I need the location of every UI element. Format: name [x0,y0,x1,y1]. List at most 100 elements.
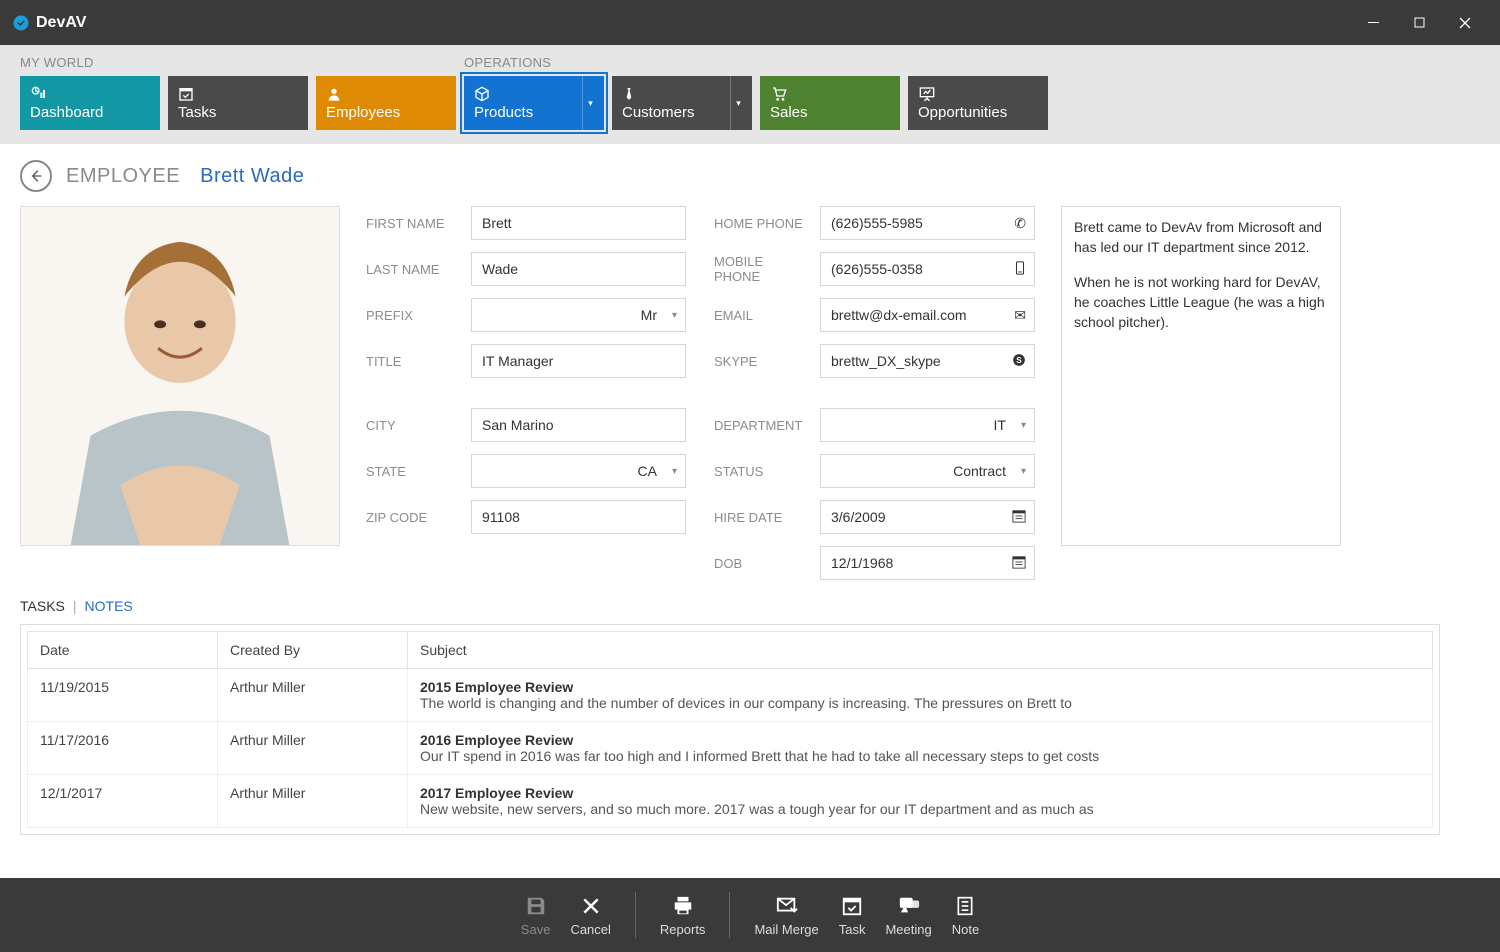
state-select[interactable]: CA▾ [471,454,686,488]
table-row[interactable]: 11/19/2015Arthur Miller2015 Employee Rev… [28,669,1433,722]
label-hire-date: HIRE DATE [714,510,810,525]
calendar-icon [1012,555,1026,572]
home-phone-input[interactable]: (626)555-5985✆ [820,206,1035,240]
tile-label: Tasks [178,104,298,121]
cart-icon [770,86,890,104]
tie-icon [622,86,726,104]
skype-icon: S [1012,353,1026,370]
label-city: CITY [366,418,461,433]
ribbon-group-label: MY WORLD [20,55,456,70]
cancel-button[interactable]: Cancel [560,894,620,937]
tile-employees[interactable]: Employees [316,76,456,130]
label-home-phone: HOME PHONE [714,216,810,231]
chevron-down-icon[interactable]: ▾ [730,76,746,130]
tab-notes[interactable]: NOTES [85,598,133,614]
mobile-phone-input[interactable]: (626)555-0358 [820,252,1035,286]
label-first-name: FIRST NAME [366,216,461,231]
mailmerge-button[interactable]: Mail Merge [744,894,828,937]
page-header: EMPLOYEE Brett Wade [20,160,1440,192]
close-button[interactable] [1442,0,1488,45]
ribbon-group: OPERATIONSProducts▾Customers▾SalesOpport… [464,55,1048,130]
mobile-icon [1014,261,1026,278]
maximize-button[interactable] [1396,0,1442,45]
table-row[interactable]: 11/17/2016Arthur Miller2016 Employee Rev… [28,722,1433,775]
ribbon: MY WORLD Dashboard Tasks Employees OPERATION… [0,45,1500,144]
form-col-left: FIRST NAME Brett LAST NAME Wade PREFIX M… [366,206,686,580]
back-button[interactable] [20,160,52,192]
tile-dashboard[interactable]: Dashboard [20,76,160,130]
skype-input[interactable]: brettw_DX_skypeS [820,344,1035,378]
tile-label: Sales [770,104,890,121]
col-date[interactable]: Date [28,632,218,669]
phone-icon: ✆ [1014,215,1026,232]
note-button[interactable]: Note [942,894,989,937]
label-last-name: LAST NAME [366,262,461,277]
logo-icon [12,14,30,32]
tile-label: Customers [622,104,726,121]
tile-opportunities[interactable]: Opportunities [908,76,1048,130]
bio-p2: When he is not working hard for DevAV, h… [1074,272,1328,333]
chevron-down-icon: ▾ [1021,466,1026,477]
department-select[interactable]: IT▾ [820,408,1035,442]
chevron-down-icon: ▾ [1021,420,1026,431]
cell-created-by: Arthur Miller [218,722,408,775]
label-title: TITLE [366,354,461,369]
save-button[interactable]: Save [511,894,561,937]
meeting-button[interactable]: Meeting [875,894,941,937]
reports-button[interactable]: Reports [650,894,716,937]
subtabs: TASKS | NOTES [20,598,1440,614]
zip-input[interactable]: 91108 [471,500,686,534]
box-icon [474,86,578,104]
detail-row: FIRST NAME Brett LAST NAME Wade PREFIX M… [20,206,1440,580]
prefix-select[interactable]: Mr▾ [471,298,686,332]
label-skype: SKYPE [714,354,810,369]
cell-created-by: Arthur Miller [218,669,408,722]
cell-created-by: Arthur Miller [218,775,408,828]
last-name-input[interactable]: Wade [471,252,686,286]
calendar-icon [1012,509,1026,526]
note-icon [955,894,975,918]
label-mobile-phone: MOBILE PHONE [714,254,810,284]
col-subject[interactable]: Subject [408,632,1433,669]
status-select[interactable]: Contract▾ [820,454,1035,488]
email-input[interactable]: brettw@dx-email.com✉ [820,298,1035,332]
mail-icon: ✉ [1014,307,1026,324]
col-created-by[interactable]: Created By [218,632,408,669]
cell-date: 11/17/2016 [28,722,218,775]
first-name-input[interactable]: Brett [471,206,686,240]
task-button[interactable]: Task [829,894,876,937]
hire-date-input[interactable]: 3/6/2009 [820,500,1035,534]
chevron-down-icon: ▾ [672,310,677,321]
presentation-icon [918,86,1038,104]
bio-p1: Brett came to DevAv from Microsoft and h… [1074,217,1328,258]
entity-name: Brett Wade [200,165,304,187]
app-title: DevAV [36,14,86,32]
tab-tasks[interactable]: TASKS [20,598,65,614]
meeting-icon [898,894,920,918]
dob-input[interactable]: 12/1/1968 [820,546,1035,580]
svg-text:S: S [1016,355,1022,364]
tile-label: Opportunities [918,104,1038,121]
person-placeholder-icon [21,207,339,545]
title-input[interactable]: IT Manager [471,344,686,378]
notes-table: Date Created By Subject 11/19/2015Arthur… [27,631,1433,828]
bottombar: Save Cancel Reports Mail Merge Task Meet… [0,878,1500,952]
tile-customers[interactable]: Customers▾ [612,76,752,130]
cell-date: 11/19/2015 [28,669,218,722]
entity-label: EMPLOYEE [66,165,180,187]
label-status: STATUS [714,464,810,479]
label-dob: DOB [714,556,810,571]
notes-table-wrap: Date Created By Subject 11/19/2015Arthur… [20,624,1440,835]
chevron-down-icon: ▾ [672,466,677,477]
minimize-button[interactable] [1350,0,1396,45]
city-input[interactable]: San Marino [471,408,686,442]
tile-sales[interactable]: Sales [760,76,900,130]
tile-products[interactable]: Products▾ [464,76,604,130]
app-logo: DevAV [12,14,86,32]
ribbon-group-label: OPERATIONS [464,55,1048,70]
chevron-down-icon[interactable]: ▾ [582,76,598,130]
tile-tasks[interactable]: Tasks [168,76,308,130]
table-row[interactable]: 12/1/2017Arthur Miller2017 Employee Revi… [28,775,1433,828]
label-prefix: PREFIX [366,308,461,323]
titlebar: DevAV [0,0,1500,45]
